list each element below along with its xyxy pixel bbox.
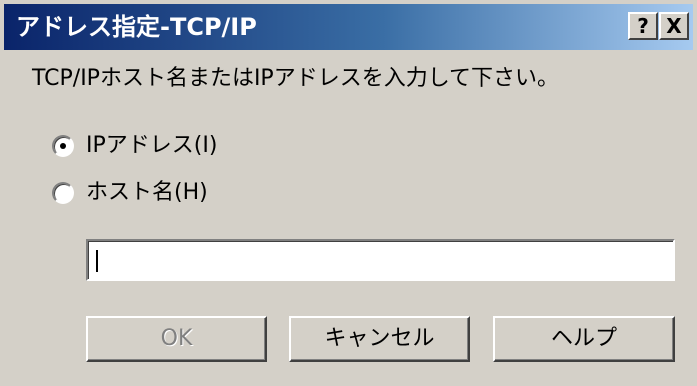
radio-host-name-label: ホスト名(H)	[86, 180, 208, 205]
help-button[interactable]: ヘルプ	[493, 316, 675, 362]
cancel-button[interactable]: キャンセル	[289, 316, 470, 362]
radio-button-selected-icon[interactable]	[52, 135, 74, 157]
window-title: アドレス指定-TCP/IP	[16, 13, 257, 41]
address-input[interactable]	[86, 239, 675, 281]
radio-button-icon[interactable]	[52, 182, 74, 204]
ok-button[interactable]: OK	[86, 316, 267, 362]
text-caret	[96, 250, 98, 272]
title-help-button[interactable]: ?	[628, 12, 658, 40]
title-bar: アドレス指定-TCP/IP ? X	[4, 4, 693, 50]
close-button[interactable]: X	[659, 12, 689, 40]
radio-ip-address-label: IPアドレス(I)	[86, 133, 218, 158]
instruction-text: TCP/IPホスト名またはIPアドレスを入力して下さい。	[32, 66, 560, 91]
